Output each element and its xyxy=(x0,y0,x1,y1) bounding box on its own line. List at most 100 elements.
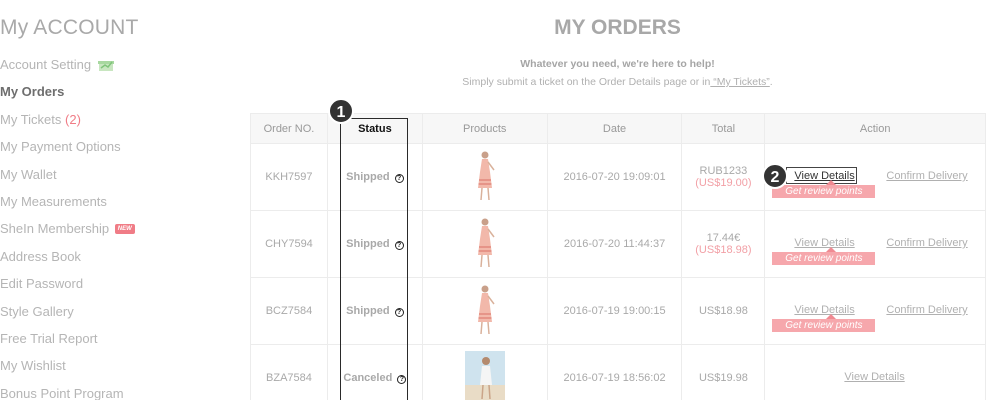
account-sidebar: My ACCOUNT Account Setting My Orders My … xyxy=(0,0,220,400)
order-actions: View Details Confirm Delivery Get review… xyxy=(764,277,986,345)
product-image[interactable] xyxy=(472,217,498,272)
action-wrap: View Details xyxy=(765,345,985,400)
sidebar-item-payment-options[interactable]: My Payment Options xyxy=(0,138,135,165)
order-status: Shipped ? xyxy=(326,143,423,211)
sidebar-item-my-wallet[interactable]: My Wallet xyxy=(0,166,135,193)
help-text-body: Simply submit a ticket on the Order Deta… xyxy=(462,76,711,88)
get-review-points-badge[interactable]: Get review points xyxy=(772,185,876,198)
question-circle-icon[interactable]: ? xyxy=(394,308,404,317)
product-image[interactable] xyxy=(464,350,505,400)
table-row: BZA7584 Canceled ? 2016-07-19 18:56:02 U… xyxy=(250,344,986,400)
total-amount: RUB1233 xyxy=(699,165,748,177)
sidebar-item-my-tickets[interactable]: My Tickets (2) xyxy=(0,111,135,138)
page-title: MY ORDERS xyxy=(554,16,681,39)
header-action: Action xyxy=(764,113,986,144)
sidebar-item-address-book[interactable]: Address Book xyxy=(0,248,135,275)
view-details-link[interactable]: View Details xyxy=(844,371,904,383)
confirm-delivery-link[interactable]: Confirm Delivery xyxy=(886,304,967,316)
help-text-end: . xyxy=(769,76,773,88)
sidebar-item-label: My Wallet xyxy=(0,166,57,182)
sidebar-item-my-measurements[interactable]: My Measurements xyxy=(0,193,135,220)
callout-marker-1: 1 xyxy=(328,98,354,124)
total-amount: 17.44€ xyxy=(706,232,741,244)
order-number: BZA7584 xyxy=(250,344,328,400)
question-circle-icon[interactable]: ? xyxy=(397,375,407,384)
action-wrap: View Details Confirm Delivery Get review… xyxy=(765,211,985,277)
order-date: 2016-07-20 11:44:37 xyxy=(546,210,683,278)
order-date: 2016-07-19 19:00:15 xyxy=(546,277,683,345)
order-number: CHY7594 xyxy=(250,210,328,278)
product-cell xyxy=(421,210,548,278)
product-image[interactable] xyxy=(472,284,498,339)
order-status: Shipped ? xyxy=(326,210,423,278)
total-usd: (US$19.00) xyxy=(695,177,752,189)
view-details-link[interactable]: View Details xyxy=(794,304,854,316)
product-cell xyxy=(421,277,548,345)
sidebar-item-label: Edit Password xyxy=(0,276,84,292)
order-status: Canceled ? xyxy=(326,344,423,400)
sidebar-item-account-setting[interactable]: Account Setting xyxy=(0,56,135,83)
header-order-no: Order NO. xyxy=(250,113,328,144)
order-actions: View Details Confirm Delivery Get review… xyxy=(764,210,986,278)
order-total: US$18.98 xyxy=(681,277,766,345)
question-circle-icon[interactable]: ? xyxy=(394,174,404,183)
sidebar-item-label: Bonus Point Program xyxy=(0,385,124,400)
help-heading: Whatever you need, we're here to help! xyxy=(520,58,715,70)
view-details-link[interactable]: View Details xyxy=(794,237,854,249)
order-total: US$19.98 xyxy=(681,344,766,400)
order-date: 2016-07-20 19:09:01 xyxy=(546,143,683,211)
sidebar-item-label: My Measurements xyxy=(0,193,107,209)
table-row: CHY7594 Shipped ? 2016-07-20 11:44:37 17… xyxy=(250,210,986,278)
total-usd: (US$18.98) xyxy=(695,244,752,256)
product-image[interactable] xyxy=(472,150,498,205)
order-total: 17.44€ (US$18.98) xyxy=(681,210,766,278)
question-circle-icon[interactable]: ? xyxy=(394,241,404,250)
total-amount: US$19.98 xyxy=(698,372,748,384)
help-text: Simply submit a ticket on the Order Deta… xyxy=(250,76,985,88)
sidebar-nav: Account Setting My Orders My Tickets (2)… xyxy=(0,56,135,400)
sidebar-item-label: Style Gallery xyxy=(0,303,74,319)
sidebar-item-label: My Wishlist xyxy=(0,358,66,374)
sidebar-item-label: Free Trial Report xyxy=(0,330,98,346)
sidebar-item-style-gallery[interactable]: Style Gallery xyxy=(0,303,135,330)
header-products: Products xyxy=(421,113,548,144)
sidebar-item-label: My Orders xyxy=(0,84,65,100)
table-header-row: Order NO. Status Products Date Total Act… xyxy=(250,113,986,144)
action-wrap: View Details Confirm Delivery Get review… xyxy=(765,144,985,210)
order-number: BCZ7584 xyxy=(250,277,328,345)
order-status-text: Shipped xyxy=(346,305,390,317)
sidebar-item-label: My Payment Options xyxy=(0,139,121,155)
order-actions: View Details xyxy=(764,344,986,400)
action-wrap: View Details Confirm Delivery Get review… xyxy=(765,278,985,344)
sidebar-item-bonus-point-program[interactable]: Bonus Point Program xyxy=(0,385,135,400)
header-total: Total xyxy=(681,113,766,144)
sidebar-item-my-orders[interactable]: My Orders xyxy=(0,83,135,110)
sidebar-item-my-wishlist[interactable]: My Wishlist xyxy=(0,357,135,384)
product-cell xyxy=(421,143,548,211)
gift-icon xyxy=(97,58,114,77)
table-row: KKH7597 Shipped ? 2016-07-20 19:09:01 RU… xyxy=(250,143,986,211)
order-status: Shipped ? xyxy=(326,277,423,345)
order-number: KKH7597 xyxy=(250,143,328,211)
sidebar-item-shein-membership[interactable]: SheIn Membership NEW xyxy=(0,220,135,247)
view-details-highlight xyxy=(786,167,858,184)
order-actions: View Details Confirm Delivery Get review… xyxy=(764,143,986,211)
confirm-delivery-link[interactable]: Confirm Delivery xyxy=(886,237,967,249)
confirm-delivery-link[interactable]: Confirm Delivery xyxy=(886,170,967,182)
table-row: BCZ7584 Shipped ? 2016-07-19 19:00:15 US… xyxy=(250,277,986,345)
sidebar-item-edit-password[interactable]: Edit Password xyxy=(0,275,135,302)
sidebar-item-free-trial-report[interactable]: Free Trial Report xyxy=(0,330,135,357)
get-review-points-badge[interactable]: Get review points xyxy=(772,252,876,265)
sidebar-item-label: SheIn Membership xyxy=(0,221,110,237)
sidebar-item-label: My Tickets xyxy=(0,111,62,127)
tickets-count-badge: (2) xyxy=(65,111,81,127)
order-status-text: Shipped xyxy=(346,238,390,250)
get-review-points-badge[interactable]: Get review points xyxy=(772,319,876,332)
header-date: Date xyxy=(546,113,683,144)
sidebar-title: My ACCOUNT xyxy=(0,16,139,39)
product-cell xyxy=(421,344,548,400)
new-badge: NEW xyxy=(114,224,135,235)
sidebar-item-label: Address Book xyxy=(0,248,81,264)
order-status-text: Shipped xyxy=(346,171,390,183)
my-tickets-link[interactable]: “My Tickets” xyxy=(710,76,770,88)
